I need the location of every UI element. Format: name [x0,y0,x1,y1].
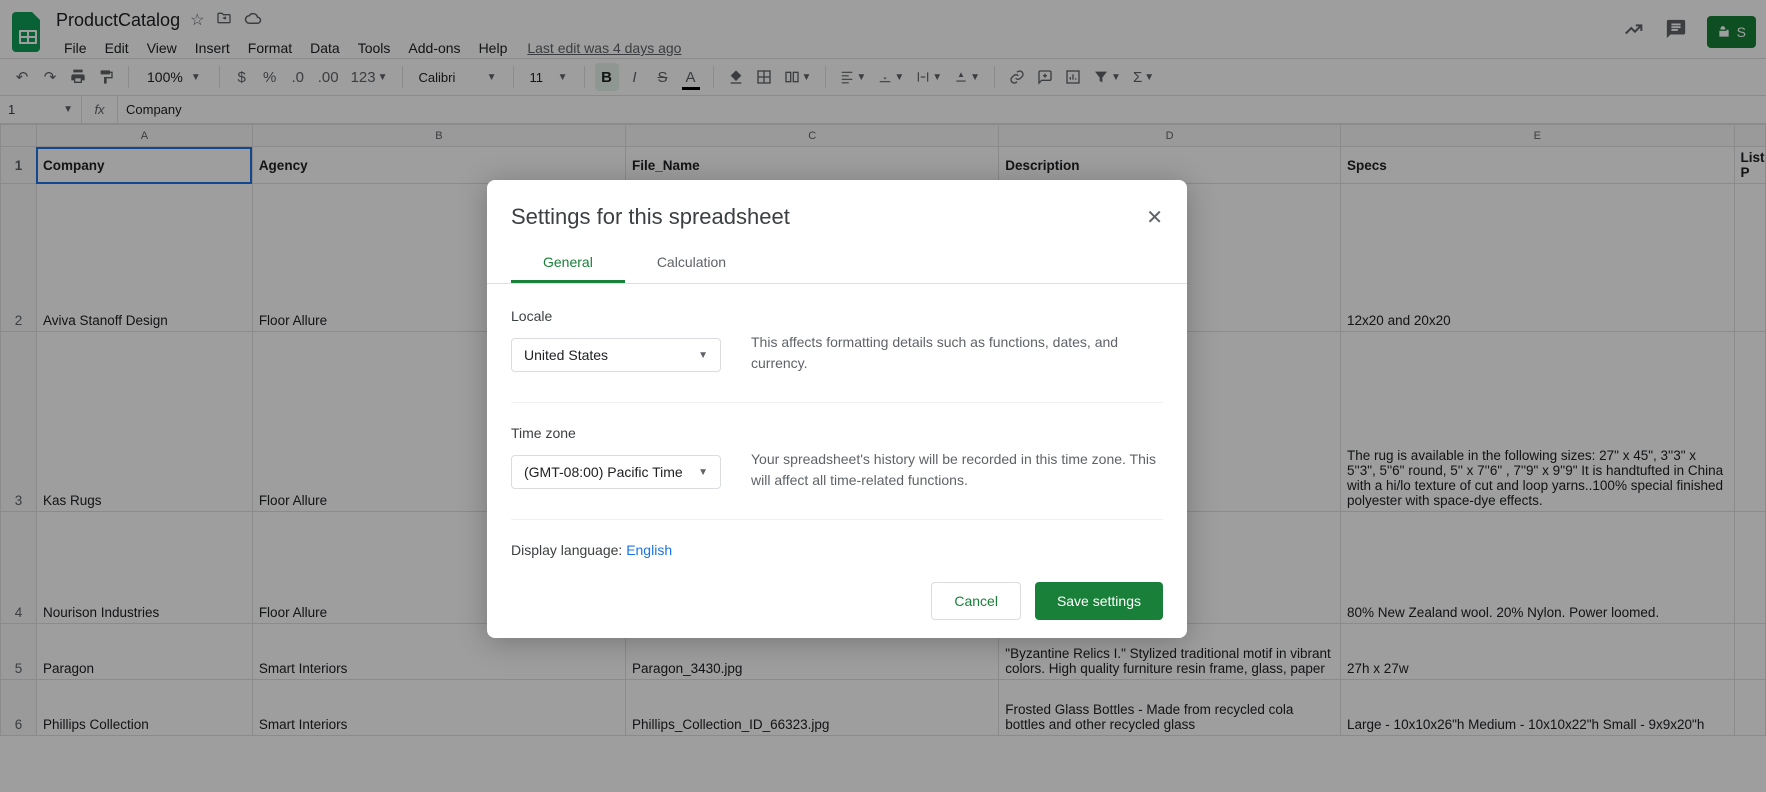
modal-title: Settings for this spreadsheet [511,204,790,230]
chevron-down-icon: ▼ [698,467,708,478]
chevron-down-icon: ▼ [698,350,708,361]
cancel-button[interactable]: Cancel [931,582,1021,620]
language-link[interactable]: English [626,542,672,558]
timezone-dropdown[interactable]: (GMT-08:00) Pacific Time▼ [511,455,721,489]
save-settings-button[interactable]: Save settings [1035,582,1163,620]
modal-tabs: General Calculation [487,244,1187,284]
locale-description: This affects formatting details such as … [751,308,1163,374]
display-language-row: Display language: English [511,542,1163,558]
tab-calculation[interactable]: Calculation [625,244,758,283]
locale-dropdown[interactable]: United States▼ [511,338,721,372]
locale-label: Locale [511,308,721,324]
timezone-description: Your spreadsheet's history will be recor… [751,425,1163,491]
timezone-label: Time zone [511,425,721,441]
close-icon[interactable]: ✕ [1146,205,1163,230]
settings-modal: Settings for this spreadsheet ✕ General … [487,180,1187,638]
tab-general[interactable]: General [511,244,625,283]
